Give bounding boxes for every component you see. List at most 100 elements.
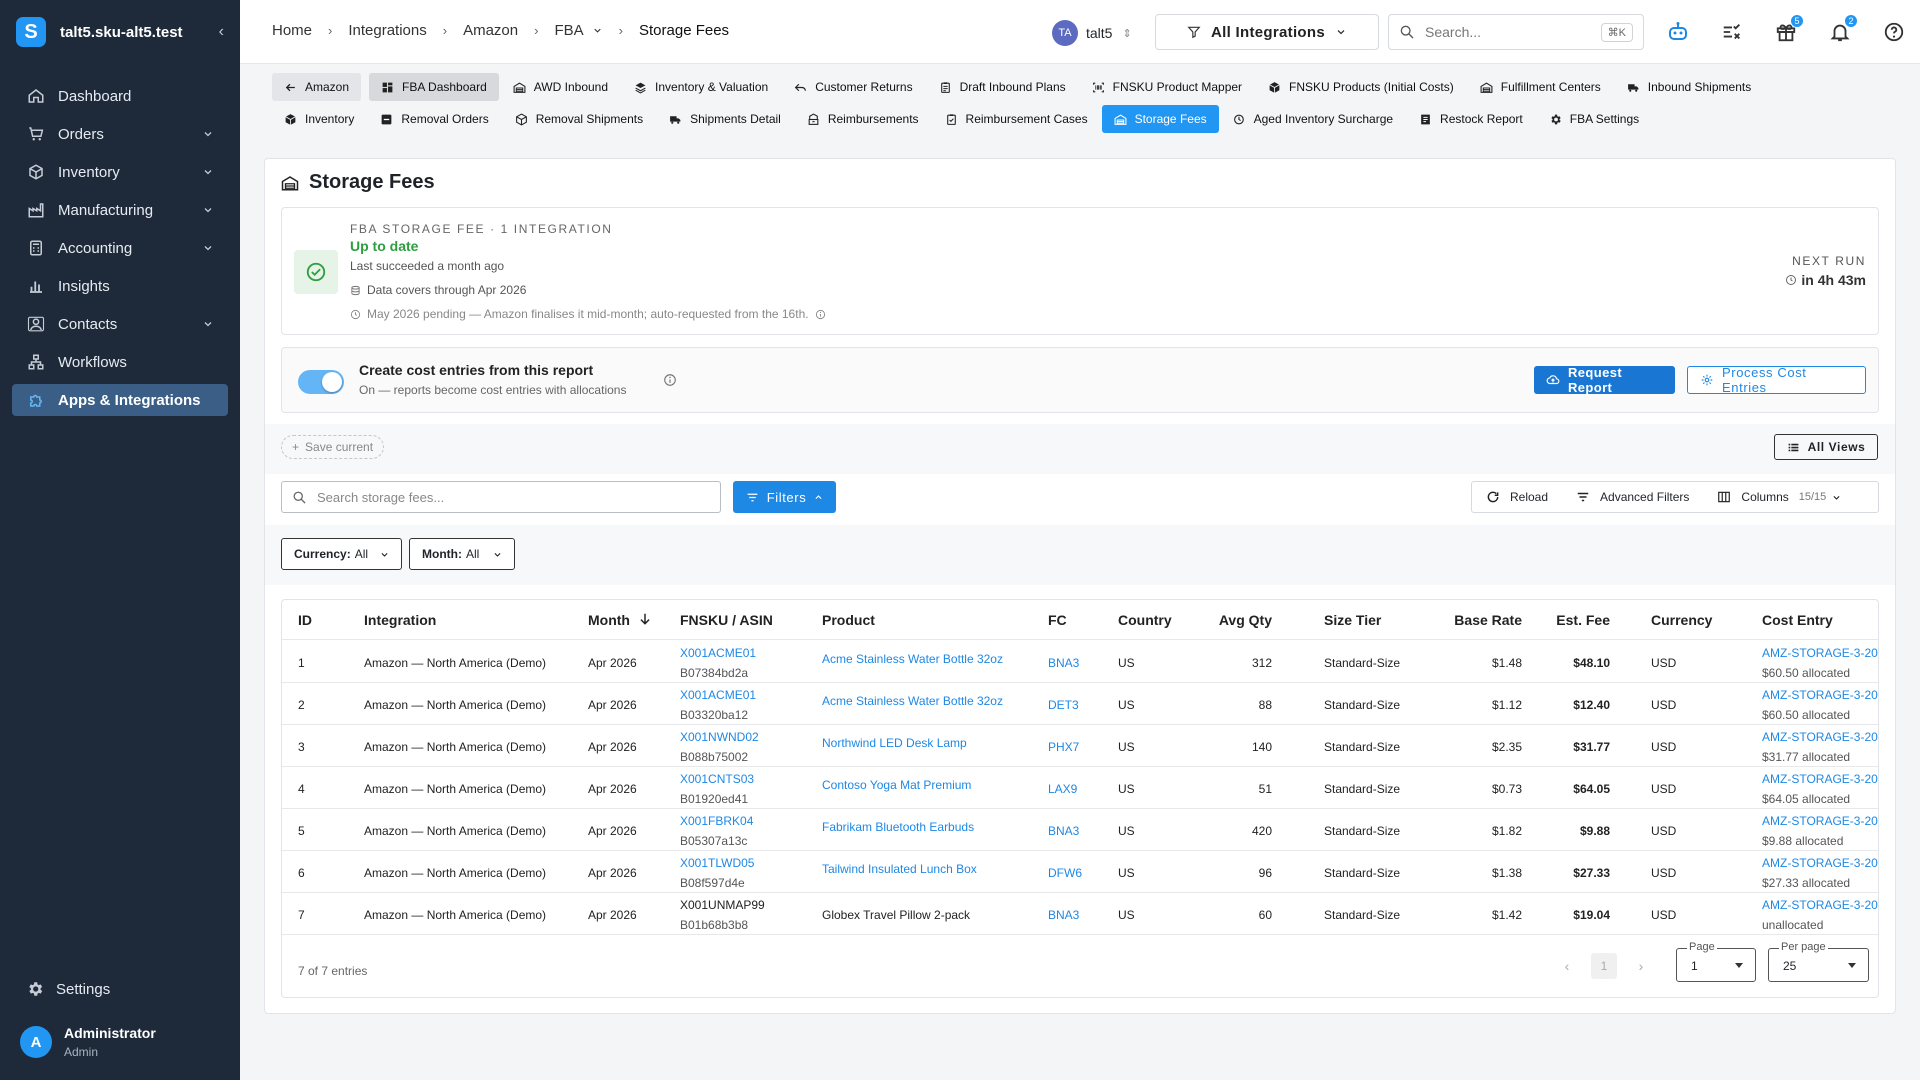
cell-product[interactable]: Acme Stainless Water Bottle 32oz	[822, 652, 1003, 666]
column-header-base-rate[interactable]: Base Rate	[1454, 612, 1522, 628]
cell-product[interactable]: Tailwind Insulated Lunch Box	[822, 862, 977, 876]
cell-fnsku[interactable]: X001CNTS03	[680, 772, 754, 786]
cell-cost-entry[interactable]: AMZ-STORAGE-3-202	[1762, 856, 1878, 870]
table-row[interactable]: 7 Amazon — North America (Demo) Apr 2026 X0…	[282, 893, 1878, 935]
info-icon[interactable]	[663, 373, 677, 387]
column-header-fnsku-asin[interactable]: FNSKU / ASIN	[680, 612, 773, 628]
process-cost-entries-button[interactable]: Process Cost Entries	[1687, 365, 1866, 395]
tenant-switcher[interactable]: TA talt5 ⇕	[1052, 20, 1132, 46]
bell-icon[interactable]: 2	[1828, 14, 1858, 44]
request-report-button[interactable]: Request Report	[1534, 365, 1675, 395]
breadcrumb-fba[interactable]: FBA	[554, 22, 583, 39]
columns-button[interactable]: Columns 15/15	[1703, 490, 1855, 504]
cell-fc[interactable]: BNA3	[1048, 824, 1079, 838]
tab-inventory[interactable]: Inventory	[272, 105, 366, 133]
sort-desc-icon[interactable]	[638, 611, 652, 627]
chevron-down-icon[interactable]	[202, 318, 214, 330]
tasks-icon[interactable]	[1720, 20, 1744, 44]
all-views-button[interactable]: All Views	[1774, 434, 1878, 460]
column-header-integration[interactable]: Integration	[364, 612, 436, 628]
cell-cost-entry[interactable]: AMZ-STORAGE-3-202	[1762, 646, 1878, 660]
cell-product[interactable]: Contoso Yoga Mat Premium	[822, 778, 971, 792]
breadcrumb-home[interactable]: Home	[272, 22, 312, 39]
all-integrations-button[interactable]: All Integrations	[1155, 14, 1379, 50]
column-header-country[interactable]: Country	[1118, 612, 1172, 628]
column-header-product[interactable]: Product	[822, 612, 875, 628]
gift-icon[interactable]: 5	[1774, 14, 1804, 44]
sidebar-item-apps-and-integrations[interactable]: Apps & Integrations	[12, 384, 228, 416]
per-page-select[interactable]: Per page 25	[1768, 941, 1869, 982]
sidebar-item-manufacturing[interactable]: Manufacturing	[12, 194, 228, 226]
cell-cost-entry[interactable]: AMZ-STORAGE-3-202	[1762, 814, 1878, 828]
currency-filter-chip[interactable]: Currency: All	[281, 538, 402, 570]
table-row[interactable]: 3 Amazon — North America (Demo) Apr 2026 X0…	[282, 725, 1878, 767]
tab-fba-settings[interactable]: FBA Settings	[1537, 105, 1651, 133]
cell-fc[interactable]: DFW6	[1048, 866, 1082, 880]
cell-fc[interactable]: BNA3	[1048, 908, 1079, 922]
breadcrumb-amazon[interactable]: Amazon	[463, 22, 518, 39]
sidebar-item-workflows[interactable]: Workflows	[12, 346, 228, 378]
sidebar-item-settings[interactable]: Settings	[26, 980, 110, 998]
cell-fc[interactable]: BNA3	[1048, 656, 1079, 670]
column-header-id[interactable]: ID	[298, 612, 312, 628]
chevron-down-icon[interactable]	[202, 128, 214, 140]
tab-fba-dashboard[interactable]: FBA Dashboard	[369, 73, 499, 101]
cell-product[interactable]: Northwind LED Desk Lamp	[822, 736, 967, 750]
tab-shipments-detail[interactable]: Shipments Detail	[657, 105, 793, 133]
next-page-button[interactable]: ›	[1627, 952, 1655, 980]
cell-fc[interactable]: LAX9	[1048, 782, 1077, 796]
cell-product[interactable]: Acme Stainless Water Bottle 32oz	[822, 694, 1003, 708]
tab-removal-shipments[interactable]: Removal Shipments	[503, 105, 655, 133]
cell-fc[interactable]: PHX7	[1048, 740, 1079, 754]
column-header-currency[interactable]: Currency	[1651, 612, 1712, 628]
table-row[interactable]: 6 Amazon — North America (Demo) Apr 2026 X0…	[282, 851, 1878, 893]
table-row[interactable]: 4 Amazon — North America (Demo) Apr 2026 X0…	[282, 767, 1878, 809]
table-row[interactable]: 5 Amazon — North America (Demo) Apr 2026 X0…	[282, 809, 1878, 851]
tab-inbound-shipments[interactable]: Inbound Shipments	[1615, 73, 1763, 101]
prev-page-button[interactable]: ‹	[1553, 952, 1581, 980]
tab-draft-inbound-plans[interactable]: Draft Inbound Plans	[927, 73, 1078, 101]
save-current-view-button[interactable]: + Save current	[281, 435, 385, 459]
page-select[interactable]: Page 1	[1676, 941, 1756, 982]
cell-cost-entry[interactable]: AMZ-STORAGE-3-202	[1762, 730, 1878, 744]
column-header-avg-qty[interactable]: Avg Qty	[1219, 612, 1272, 628]
tenant-name[interactable]: talt5.sku-alt5.test	[60, 24, 219, 41]
cell-fnsku[interactable]: X001FBRK04	[680, 814, 753, 828]
column-header-cost-entry[interactable]: Cost Entry	[1762, 612, 1833, 628]
breadcrumb-integrations[interactable]: Integrations	[348, 22, 426, 39]
column-header-month[interactable]: Month	[588, 612, 630, 628]
advanced-filters-button[interactable]: Advanced Filters	[1562, 490, 1703, 504]
search-input[interactable]: Search storage fees...	[281, 481, 721, 513]
cell-fnsku[interactable]: X001ACME01	[680, 646, 756, 660]
chevron-down-icon[interactable]	[202, 166, 214, 178]
column-header-fc[interactable]: FC	[1048, 612, 1067, 628]
cell-cost-entry[interactable]: AMZ-STORAGE-3-202	[1762, 688, 1878, 702]
column-header-size-tier[interactable]: Size Tier	[1324, 612, 1381, 628]
chevron-down-icon[interactable]	[202, 242, 214, 254]
tab-customer-returns[interactable]: Customer Returns	[782, 73, 924, 101]
cell-fc[interactable]: DET3	[1048, 698, 1079, 712]
tab-restock-report[interactable]: Restock Report	[1407, 105, 1535, 133]
filters-button[interactable]: Filters	[733, 481, 836, 513]
user-menu[interactable]: A Administrator Admin	[20, 1025, 156, 1059]
tab-inventory-and-valuation[interactable]: Inventory & Valuation	[622, 73, 780, 101]
tab-reimbursements[interactable]: Reimbursements	[795, 105, 931, 133]
chevron-down-icon[interactable]	[592, 25, 603, 36]
current-page[interactable]: 1	[1591, 953, 1617, 979]
cell-cost-entry[interactable]: AMZ-STORAGE-3-202	[1762, 772, 1878, 786]
tab-amazon[interactable]: Amazon	[272, 73, 362, 101]
tab-awd-inbound[interactable]: AWD Inbound	[501, 73, 620, 101]
cell-cost-entry[interactable]: AMZ-STORAGE-3-202	[1762, 898, 1878, 912]
tab-fulfillment-centers[interactable]: Fulfillment Centers	[1468, 73, 1613, 101]
table-row[interactable]: 1 Amazon — North America (Demo) Apr 2026 X0…	[282, 641, 1878, 683]
collapse-sidebar-icon[interactable]: ‹	[219, 23, 224, 41]
help-icon[interactable]	[1882, 20, 1906, 44]
sidebar-item-dashboard[interactable]: Dashboard	[12, 80, 228, 112]
tab-storage-fees[interactable]: Storage Fees	[1101, 105, 1219, 133]
tab-fnsku-products-initial-costs[interactable]: FNSKU Products (Initial Costs)	[1256, 73, 1466, 101]
sidebar-item-contacts[interactable]: Contacts	[12, 308, 228, 340]
cell-product[interactable]: Fabrikam Bluetooth Earbuds	[822, 820, 974, 834]
cell-fnsku[interactable]: X001TLWD05	[680, 856, 754, 870]
tab-reimbursement-cases[interactable]: Reimbursement Cases	[933, 105, 1100, 133]
tab-aged-inventory-surcharge[interactable]: Aged Inventory Surcharge	[1221, 105, 1405, 133]
